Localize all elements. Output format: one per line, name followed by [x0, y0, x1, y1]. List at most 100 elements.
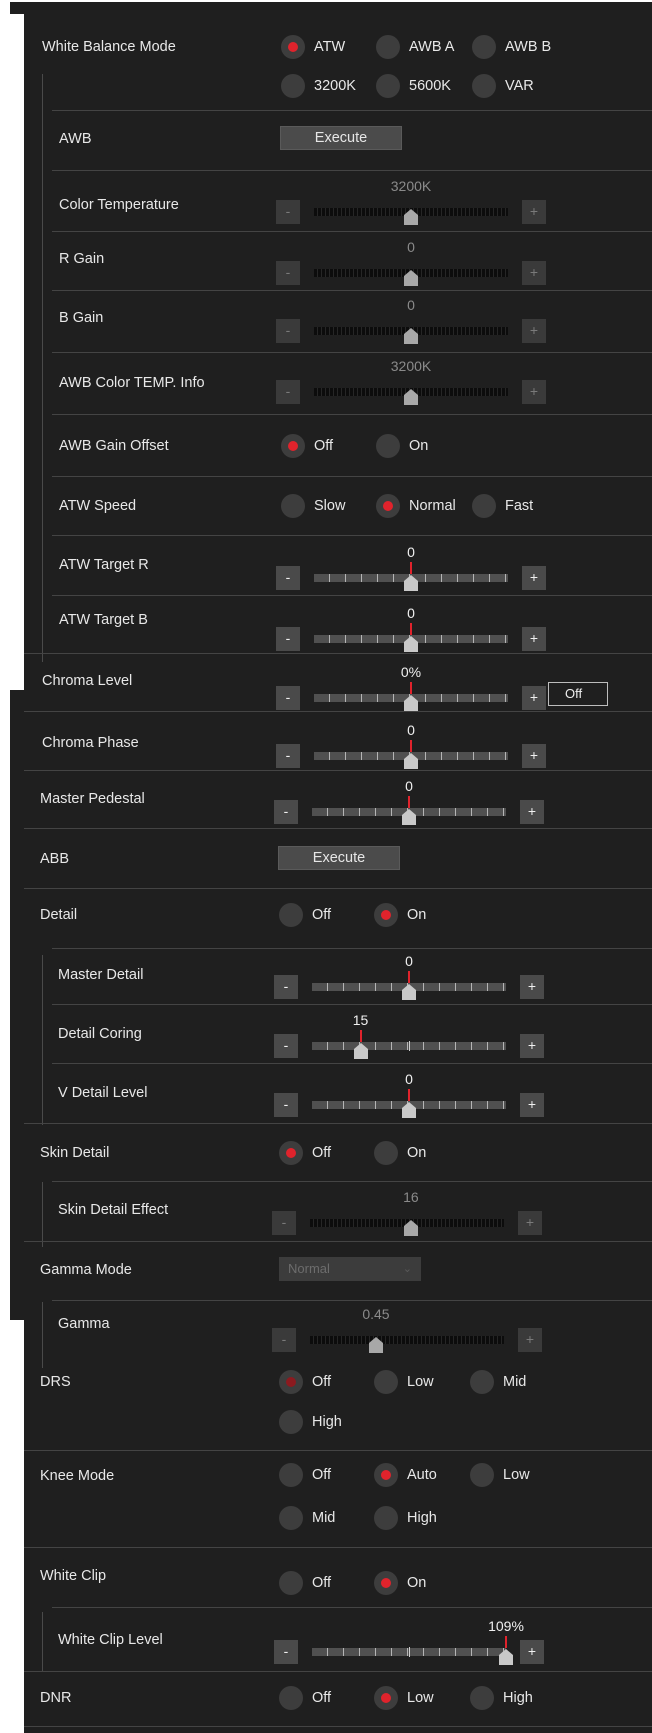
increase-button[interactable]: + [522, 744, 546, 768]
increase-button[interactable]: + [522, 686, 546, 710]
decrease-button[interactable]: - [276, 200, 300, 224]
slider-thumb[interactable] [404, 209, 418, 225]
wb-mode-atw-radio[interactable]: ATW [281, 34, 345, 60]
drs-high-radio[interactable]: High [279, 1409, 342, 1435]
detail-on-radio[interactable]: On [374, 902, 426, 928]
center-marker [410, 740, 412, 752]
knee-mode-mid-radio[interactable]: Mid [279, 1505, 335, 1531]
wb-mode-5600k-radio[interactable]: 5600K [376, 73, 451, 99]
skin-detail-off-radio[interactable]: Off [279, 1140, 331, 1166]
wb-mode-3200k-radio[interactable]: 3200K [281, 73, 356, 99]
slider-thumb[interactable] [404, 753, 418, 769]
gamma-mode-select[interactable]: Normal ⌄ [279, 1257, 421, 1281]
increase-button[interactable]: + [520, 1034, 544, 1058]
increase-button[interactable]: + [522, 261, 546, 285]
slider-thumb[interactable] [353, 1043, 368, 1059]
drs-mid-radio[interactable]: Mid [470, 1369, 526, 1395]
slider-thumb[interactable] [499, 1649, 513, 1665]
decrease-button[interactable]: - [274, 1034, 298, 1058]
dnr-low-radio[interactable]: Low [374, 1685, 434, 1711]
master-detail-slider[interactable]: - 0 + [274, 951, 544, 1003]
slider-thumb[interactable] [368, 1337, 383, 1353]
white-balance-mode-label: White Balance Mode [42, 39, 176, 55]
drs-low-radio[interactable]: Low [374, 1369, 434, 1395]
increase-button[interactable]: + [520, 975, 544, 999]
decrease-button[interactable]: - [276, 686, 300, 710]
atw-speed-fast-radio[interactable]: Fast [472, 493, 533, 519]
radio-circle-icon [281, 35, 305, 59]
decrease-button[interactable]: - [272, 1211, 296, 1235]
awb-execute-button[interactable]: Execute [280, 126, 402, 150]
increase-button[interactable]: + [520, 800, 544, 824]
detail-coring-slider[interactable]: - 15 + [274, 1010, 544, 1062]
v-detail-level-slider[interactable]: - 0 + [274, 1069, 544, 1121]
dnr-high-radio[interactable]: High [470, 1685, 533, 1711]
abb-execute-button[interactable]: Execute [278, 846, 400, 870]
atw-target-r-slider[interactable]: - 0 + [276, 542, 546, 594]
skin-detail-on-radio[interactable]: On [374, 1140, 426, 1166]
chroma-level-off-toggle[interactable]: Off [548, 682, 608, 706]
decrease-button[interactable]: - [274, 975, 298, 999]
decrease-button[interactable]: - [274, 800, 298, 824]
atw-target-b-slider[interactable]: - 0 + [276, 603, 546, 655]
slider-thumb[interactable] [404, 328, 418, 344]
wb-mode-awb-b-radio[interactable]: AWB B [472, 34, 551, 60]
increase-button[interactable]: + [522, 566, 546, 590]
atw-speed-normal-radio[interactable]: Normal [376, 493, 456, 519]
skin-detail-effect-label: Skin Detail Effect [58, 1202, 169, 1218]
awb-gain-offset-on-radio[interactable]: On [376, 433, 428, 459]
knee-mode-off-radio[interactable]: Off [279, 1462, 331, 1488]
white-clip-level-slider[interactable]: - 109% + [274, 1616, 544, 1668]
decrease-button[interactable]: - [276, 627, 300, 651]
decrease-button[interactable]: - [276, 319, 300, 343]
dnr-off-radio[interactable]: Off [279, 1685, 331, 1711]
knee-mode-low-radio[interactable]: Low [470, 1462, 530, 1488]
awb-gain-offset-label: AWB Gain Offset [59, 438, 169, 454]
increase-button[interactable]: + [520, 1093, 544, 1117]
decrease-button[interactable]: - [274, 1640, 298, 1664]
atw-speed-slow-radio[interactable]: Slow [281, 493, 345, 519]
atw-speed-label: ATW Speed [59, 498, 137, 514]
slider-thumb[interactable] [404, 270, 418, 286]
awb-color-temp-info-slider: - 3200K + [276, 356, 546, 408]
slider-thumb[interactable] [404, 695, 418, 711]
center-marker [408, 796, 410, 808]
increase-button[interactable]: + [522, 627, 546, 651]
decrease-button[interactable]: - [274, 1093, 298, 1117]
slider-thumb[interactable] [402, 984, 416, 1000]
slider-value: 0 [407, 239, 415, 255]
master-pedestal-slider[interactable]: - 0 + [274, 776, 544, 828]
color-temperature-slider[interactable]: - 3200K + [276, 176, 546, 228]
r-gain-slider[interactable]: - 0 + [276, 237, 546, 289]
chroma-phase-slider[interactable]: - 0 + [276, 720, 546, 772]
decrease-button[interactable]: - [272, 1328, 296, 1352]
skin-detail-effect-slider[interactable]: - 16 + [272, 1187, 542, 1239]
awb-gain-offset-off-radio[interactable]: Off [281, 433, 333, 459]
gamma-slider[interactable]: - 0.45 + [272, 1304, 542, 1356]
slider-thumb[interactable] [403, 1220, 418, 1236]
increase-button[interactable]: + [520, 1640, 544, 1664]
slider-thumb[interactable] [402, 809, 416, 825]
increase-button[interactable]: + [522, 319, 546, 343]
white-clip-off-radio[interactable]: Off [279, 1570, 331, 1596]
decrease-button[interactable]: - [276, 566, 300, 590]
center-marker [410, 682, 412, 694]
knee-mode-high-radio[interactable]: High [374, 1505, 437, 1531]
chroma-level-slider[interactable]: - 0% + [276, 662, 546, 714]
decrease-button[interactable]: - [276, 744, 300, 768]
drs-off-radio[interactable]: Off [279, 1369, 331, 1395]
slider-thumb[interactable] [404, 575, 418, 591]
center-tick [409, 1647, 410, 1657]
knee-mode-auto-radio[interactable]: Auto [374, 1462, 437, 1488]
white-clip-on-radio[interactable]: On [374, 1570, 426, 1596]
slider-thumb[interactable] [402, 1102, 416, 1118]
increase-button[interactable]: + [522, 200, 546, 224]
detail-off-radio[interactable]: Off [279, 902, 331, 928]
b-gain-slider[interactable]: - 0 + [276, 295, 546, 347]
decrease-button[interactable]: - [276, 261, 300, 285]
increase-button[interactable]: + [518, 1328, 542, 1352]
wb-mode-awb-a-radio[interactable]: AWB A [376, 34, 454, 60]
wb-mode-var-radio[interactable]: VAR [472, 73, 534, 99]
slider-thumb[interactable] [404, 636, 418, 652]
increase-button[interactable]: + [518, 1211, 542, 1235]
